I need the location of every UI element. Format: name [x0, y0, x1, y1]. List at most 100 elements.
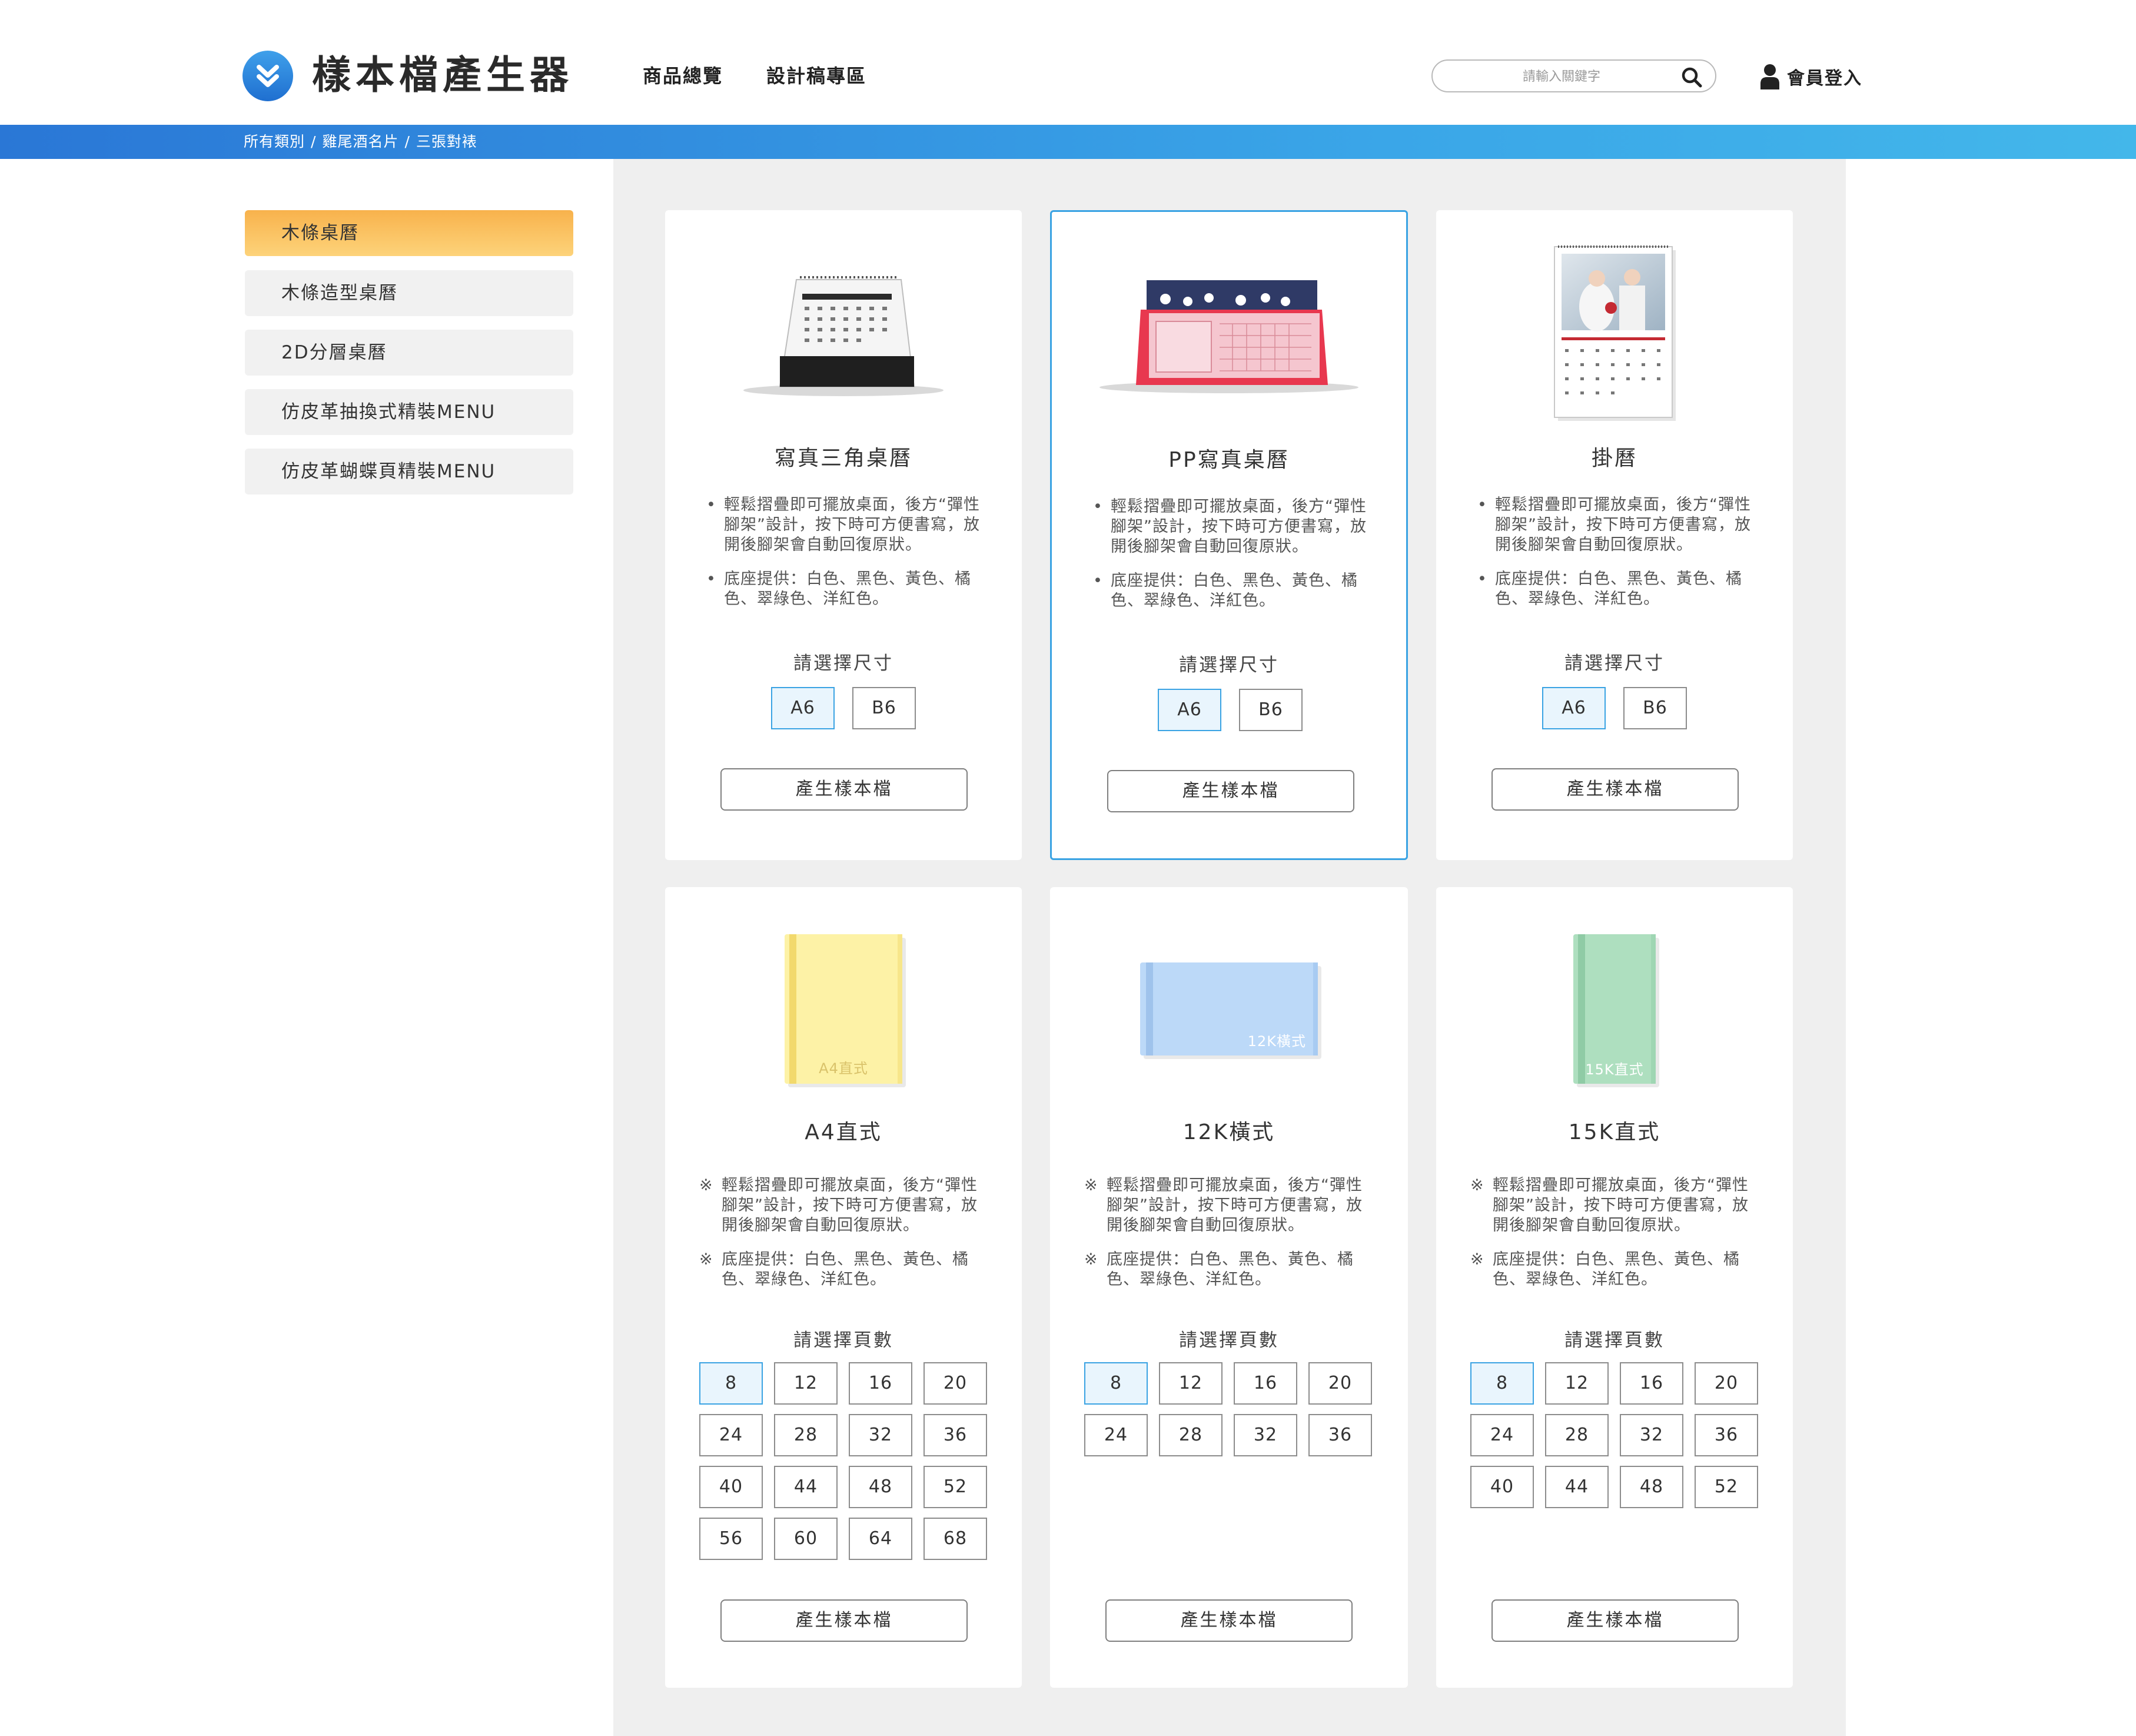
page-option-36[interactable]: 36	[1308, 1414, 1372, 1456]
page-option-12[interactable]: 12	[774, 1362, 838, 1405]
page-option-44[interactable]: 44	[1545, 1466, 1609, 1508]
page-option-64[interactable]: 64	[849, 1518, 912, 1560]
brand-title[interactable]: 樣本檔產生器	[312, 48, 573, 102]
product-card-a4-portrait[interactable]: A4直式 A4直式 ※ 輕鬆摺疊即可擺放桌面，後方“彈性腳架”設計，按下時可方便書…	[665, 887, 1022, 1688]
page-option-28[interactable]: 28	[1545, 1414, 1609, 1456]
card-description: • 輕鬆摺疊即可擺放桌面，後方“彈性腳架”設計，按下時可方便書寫，放開後腳架會自動…	[1477, 495, 1766, 623]
sidebar-item-wood-shaped-desk-calendar[interactable]: 木條造型桌曆	[245, 270, 573, 316]
product-card-triangle-calendar[interactable]: 寫真三角桌曆 • 輕鬆摺疊即可擺放桌面，後方“彈性腳架”設計，按下時可方便書寫，放…	[665, 210, 1022, 860]
triangle-desk-calendar-image	[665, 256, 1022, 397]
page-option-16[interactable]: 16	[1234, 1362, 1297, 1405]
description-text: 輕鬆摺疊即可擺放桌面，後方“彈性腳架”設計，按下時可方便書寫，放開後腳架會自動回…	[1495, 496, 1751, 554]
page-option-60[interactable]: 60	[774, 1518, 838, 1560]
page-option-56[interactable]: 56	[699, 1518, 763, 1560]
bullet: •	[1093, 572, 1103, 590]
product-card-pp-calendar[interactable]: PP寫真桌曆 • 輕鬆摺疊即可擺放桌面，後方“彈性腳架”設計，按下時可方便書寫，放…	[1050, 210, 1408, 860]
page-option-52[interactable]: 52	[1695, 1466, 1758, 1508]
wall-calendar-image	[1436, 242, 1793, 424]
generate-sample-button[interactable]: 產生樣本檔	[1105, 1599, 1353, 1642]
login-label: 會員登入	[1787, 68, 1862, 89]
page-option-32[interactable]: 32	[1620, 1414, 1683, 1456]
description-text: 輕鬆摺疊即可擺放桌面，後方“彈性腳架”設計，按下時可方便書寫，放開後腳架會自動回…	[1111, 497, 1367, 556]
page-option-12[interactable]: 12	[1545, 1362, 1609, 1405]
product-card-wall-calendar[interactable]: 掛曆 • 輕鬆摺疊即可擺放桌面，後方“彈性腳架”設計，按下時可方便書寫，放開後腳架…	[1436, 210, 1793, 860]
page-option-40[interactable]: 40	[1470, 1466, 1534, 1508]
page-option-44[interactable]: 44	[774, 1466, 838, 1508]
page-count-select-label: 請選擇頁數	[1179, 1330, 1279, 1351]
size-option-a6[interactable]: A6	[1158, 689, 1221, 731]
cover-text: A4直式	[819, 1060, 868, 1077]
description-text: 底座提供：白色、黑色、黃色、橘色、翠綠色、洋紅色。	[722, 1250, 969, 1289]
card-title: A4直式	[805, 1120, 882, 1144]
sidebar-item-leather-refill-menu[interactable]: 仿皮革抽換式精裝MENU	[245, 389, 573, 435]
page-option-32[interactable]: 32	[1234, 1414, 1297, 1456]
user-icon	[1760, 64, 1779, 89]
page-option-40[interactable]: 40	[699, 1466, 763, 1508]
page-option-36[interactable]: 36	[924, 1414, 987, 1456]
pp-desk-calendar-image	[1052, 274, 1406, 398]
bullet: •	[1477, 570, 1487, 588]
size-option-a6[interactable]: A6	[1542, 687, 1606, 729]
card-title: 12K橫式	[1182, 1120, 1275, 1144]
page-option-48[interactable]: 48	[849, 1466, 912, 1508]
page-option-16[interactable]: 16	[849, 1362, 912, 1405]
search-box	[1431, 59, 1716, 92]
page-option-52[interactable]: 52	[924, 1466, 987, 1508]
sidebar-item-wood-desk-calendar[interactable]: 木條桌曆	[245, 210, 573, 256]
cover-text: 12K橫式	[1247, 1033, 1306, 1050]
note-mark: ※	[699, 1250, 713, 1269]
size-option-b6[interactable]: B6	[1623, 687, 1687, 729]
cover-text: 15K直式	[1585, 1061, 1644, 1078]
page-option-8[interactable]: 8	[1470, 1362, 1534, 1405]
generate-sample-button[interactable]: 產生樣本檔	[1491, 1599, 1739, 1642]
sidebar-item-leather-butterfly-menu[interactable]: 仿皮革蝴蝶頁精裝MENU	[245, 449, 573, 494]
card-description: • 輕鬆摺疊即可擺放桌面，後方“彈性腳架”設計，按下時可方便書寫，放開後腳架會自動…	[1093, 497, 1381, 625]
breadcrumb-item-current[interactable]: 三張對裱	[416, 133, 477, 150]
generate-sample-button[interactable]: 產生樣本檔	[720, 768, 968, 811]
generate-sample-button[interactable]: 產生樣本檔	[1107, 770, 1354, 812]
breadcrumb-item-all[interactable]: 所有類別	[244, 133, 305, 150]
sidebar-item-2d-layered-desk-calendar[interactable]: 2D分層桌曆	[245, 330, 573, 376]
breadcrumb-item-category[interactable]: 雞尾酒名片	[322, 133, 398, 150]
product-card-15k-portrait[interactable]: 15K直式 15K直式 ※ 輕鬆摺疊即可擺放桌面，後方“彈性腳架”設計，按下時可方…	[1436, 887, 1793, 1688]
page-option-20[interactable]: 20	[1695, 1362, 1758, 1405]
description-text: 底座提供：白色、黑色、黃色、橘色、翠綠色、洋紅色。	[1493, 1250, 1740, 1289]
notebook-a4-portrait-image: A4直式	[665, 934, 1022, 1084]
size-select-label: 請選擇尺寸	[793, 653, 893, 674]
page-option-24[interactable]: 24	[699, 1414, 763, 1456]
member-login[interactable]: 會員登入	[1760, 59, 1862, 94]
product-card-12k-landscape[interactable]: 12K橫式 12K橫式 ※ 輕鬆摺疊即可擺放桌面，後方“彈性腳架”設計，按下時可方…	[1050, 887, 1408, 1688]
size-option-a6[interactable]: A6	[771, 687, 835, 729]
page-option-16[interactable]: 16	[1620, 1362, 1683, 1405]
size-select-label: 請選擇尺寸	[1179, 655, 1279, 676]
page-option-8[interactable]: 8	[699, 1362, 763, 1405]
search-icon[interactable]	[1681, 67, 1702, 88]
page-option-28[interactable]: 28	[1159, 1414, 1223, 1456]
search-input[interactable]	[1447, 64, 1676, 89]
bullet: •	[706, 570, 716, 588]
note-mark: ※	[699, 1176, 713, 1194]
size-option-b6[interactable]: B6	[852, 687, 916, 729]
generate-sample-button[interactable]: 產生樣本檔	[1491, 768, 1739, 811]
page-option-36[interactable]: 36	[1695, 1414, 1758, 1456]
page-option-8[interactable]: 8	[1084, 1362, 1148, 1405]
page-option-48[interactable]: 48	[1620, 1466, 1683, 1508]
size-option-b6[interactable]: B6	[1239, 689, 1303, 731]
page-option-20[interactable]: 20	[1308, 1362, 1372, 1405]
page-option-24[interactable]: 24	[1084, 1414, 1148, 1456]
page-option-20[interactable]: 20	[924, 1362, 987, 1405]
card-title: 15K直式	[1568, 1120, 1661, 1144]
description-text: 底座提供：白色、黑色、黃色、橘色、翠綠色、洋紅色。	[1495, 570, 1742, 608]
page-option-12[interactable]: 12	[1159, 1362, 1223, 1405]
page-option-24[interactable]: 24	[1470, 1414, 1534, 1456]
card-title: 掛曆	[1591, 446, 1637, 470]
generate-sample-button[interactable]: 產生樣本檔	[720, 1599, 968, 1642]
page-option-68[interactable]: 68	[924, 1518, 987, 1560]
logo-double-chevron-icon[interactable]	[242, 51, 293, 101]
page-option-32[interactable]: 32	[849, 1414, 912, 1456]
description-text: 底座提供：白色、黑色、黃色、橘色、翠綠色、洋紅色。	[1107, 1250, 1354, 1289]
page-option-28[interactable]: 28	[774, 1414, 838, 1456]
nav-product-overview[interactable]: 商品總覽	[643, 61, 723, 91]
nav-design-zone[interactable]: 設計稿專區	[766, 61, 866, 91]
bullet: •	[1093, 497, 1103, 516]
